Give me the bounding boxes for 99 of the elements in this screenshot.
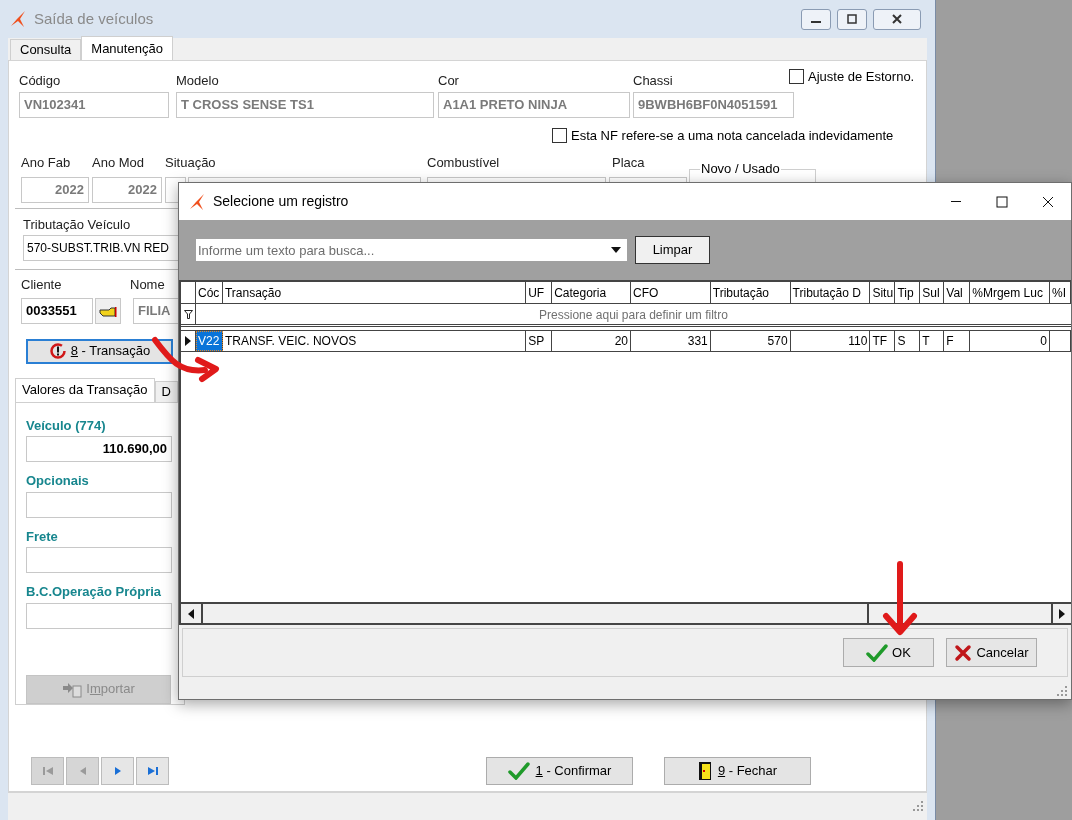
cancel-button[interactable]: Cancelar bbox=[946, 638, 1037, 667]
input-field[interactable]: 110.690,00 bbox=[26, 436, 172, 462]
close-icon bbox=[1042, 195, 1054, 208]
close-icon bbox=[954, 643, 973, 662]
column-header[interactable]: %I bbox=[1050, 282, 1071, 303]
scroll-right-icon bbox=[1059, 608, 1065, 619]
scroll-left-icon bbox=[188, 608, 194, 619]
input-field[interactable]: 2022 bbox=[21, 176, 89, 203]
table-row[interactable]: V22 TRANSF. VEIC. NOVOS SP 20 331 570 110 TF S T F 0 bbox=[181, 330, 1071, 352]
maximize-icon bbox=[996, 195, 1008, 208]
close-icon bbox=[891, 13, 903, 25]
input-field[interactable] bbox=[26, 602, 172, 629]
filter-hint[interactable]: Pressione aqui para definir um filtro bbox=[196, 304, 1071, 324]
field-label: Situação bbox=[165, 154, 216, 172]
tab[interactable]: Consulta bbox=[10, 39, 82, 60]
table-cell: SP bbox=[526, 331, 553, 351]
caret-icon bbox=[611, 247, 621, 253]
field-label: Opcionais bbox=[26, 472, 89, 490]
input-field[interactable]: 0033551 bbox=[21, 297, 93, 324]
maximize-button[interactable] bbox=[837, 8, 867, 30]
column-header[interactable]: %Mrgem Luc bbox=[970, 282, 1051, 303]
input-field[interactable]: T CROSS SENSE TS1 bbox=[176, 91, 434, 118]
checkbox-label: Ajuste de Estorno. bbox=[808, 68, 915, 86]
input-field[interactable]: VN102341 bbox=[19, 91, 169, 118]
tab[interactable]: Manutenção bbox=[81, 36, 173, 60]
column-header[interactable]: CFO bbox=[631, 282, 711, 303]
current-row-icon bbox=[185, 336, 191, 346]
column-header[interactable]: Categoria bbox=[552, 282, 631, 303]
table-cell: 20 bbox=[552, 331, 631, 351]
field-label: Modelo bbox=[176, 72, 219, 90]
table-cell: F bbox=[944, 331, 971, 351]
input-field[interactable] bbox=[26, 491, 172, 518]
column-header[interactable]: Tributação bbox=[710, 282, 791, 303]
table-cell: 570 bbox=[710, 331, 791, 351]
field-label: Placa bbox=[612, 154, 645, 172]
input-field[interactable] bbox=[26, 547, 172, 573]
table-cell: S bbox=[895, 331, 921, 351]
import-icon bbox=[62, 680, 83, 698]
field-label: Veículo (774) bbox=[26, 416, 106, 435]
table-cell: 331 bbox=[631, 331, 711, 351]
ok-button[interactable]: OK bbox=[843, 638, 934, 667]
field-label: Código bbox=[19, 72, 61, 90]
refresh-alert-icon bbox=[48, 342, 67, 360]
dropdown-button[interactable] bbox=[605, 239, 627, 261]
tab[interactable]: Valores da Transação bbox=[15, 377, 155, 402]
table-cell: TF bbox=[870, 331, 896, 351]
field-label: Tributação Veículo bbox=[23, 215, 131, 234]
field-label: Frete bbox=[26, 527, 58, 546]
checkmark-icon bbox=[507, 761, 530, 780]
tab[interactable]: D bbox=[154, 380, 178, 402]
column-header[interactable]: Cóc bbox=[195, 282, 223, 303]
window-title: Saída de veículos bbox=[34, 8, 154, 29]
column-header[interactable]: UF bbox=[526, 282, 553, 303]
checkbox[interactable] bbox=[552, 127, 567, 143]
field-label: Ano Mod bbox=[92, 154, 145, 172]
horizontal-scrollbar[interactable] bbox=[181, 602, 1071, 623]
curved-arrow bbox=[152, 337, 219, 382]
maximize-icon bbox=[846, 13, 858, 25]
close-button[interactable]: 9 - Fechar bbox=[664, 756, 811, 785]
transaction-button[interactable]: 8 - Transação bbox=[26, 338, 173, 364]
table-cell: T bbox=[920, 331, 945, 351]
navigation-button[interactable] bbox=[101, 756, 134, 785]
dialog-title: Selecione um registro bbox=[213, 192, 349, 211]
door-icon bbox=[697, 760, 712, 781]
clear-button[interactable]: Limpar bbox=[635, 236, 710, 264]
checkbox[interactable] bbox=[789, 69, 804, 85]
input-field[interactable]: 9BWBH6BF0N4051591 bbox=[633, 91, 794, 118]
lookup-button[interactable] bbox=[95, 297, 121, 324]
column-header[interactable]: Transação bbox=[222, 282, 527, 303]
table-cell: 110 bbox=[790, 331, 871, 351]
minimize-button[interactable] bbox=[801, 8, 831, 30]
search-field[interactable]: Informe um texto para busca... bbox=[196, 239, 605, 261]
navigation-button[interactable] bbox=[136, 756, 169, 785]
column-header[interactable]: Tip bbox=[895, 282, 921, 303]
column-header[interactable]: Situ bbox=[870, 282, 896, 303]
column-header[interactable]: Tributação D bbox=[790, 282, 871, 303]
column-header[interactable]: Sul bbox=[920, 282, 945, 303]
field-label: Chassi bbox=[633, 72, 673, 90]
checkmark-icon bbox=[866, 643, 889, 662]
confirm-button[interactable]: 1 - Confirmar bbox=[486, 756, 633, 785]
minimize-icon bbox=[811, 21, 821, 23]
input-field[interactable]: 2022 bbox=[92, 176, 162, 203]
table-cell: TRANSF. VEIC. NOVOS bbox=[222, 331, 527, 351]
field-label: B.C.Operação Própria bbox=[26, 583, 162, 601]
field-label: Nome bbox=[130, 276, 165, 294]
field-label: Combustível bbox=[427, 154, 500, 172]
close-button[interactable] bbox=[873, 8, 921, 30]
minimize-icon bbox=[951, 201, 961, 202]
resize-grip-icon bbox=[913, 801, 923, 811]
field-label: Ano Fab bbox=[21, 154, 71, 172]
table-cell: 0 bbox=[970, 331, 1051, 351]
input-field[interactable]: A1A1 PRETO NINJA bbox=[438, 91, 630, 118]
table-cell: V22 bbox=[195, 331, 223, 351]
field-label: Cliente bbox=[21, 276, 62, 294]
field-label: Cor bbox=[438, 72, 459, 90]
resize-grip-icon bbox=[1057, 686, 1067, 696]
column-header[interactable]: Val bbox=[944, 282, 971, 303]
filter-icon bbox=[183, 309, 193, 319]
checkbox-label: Esta NF refere-se a uma nota cancelada indevidamente bbox=[571, 126, 894, 145]
